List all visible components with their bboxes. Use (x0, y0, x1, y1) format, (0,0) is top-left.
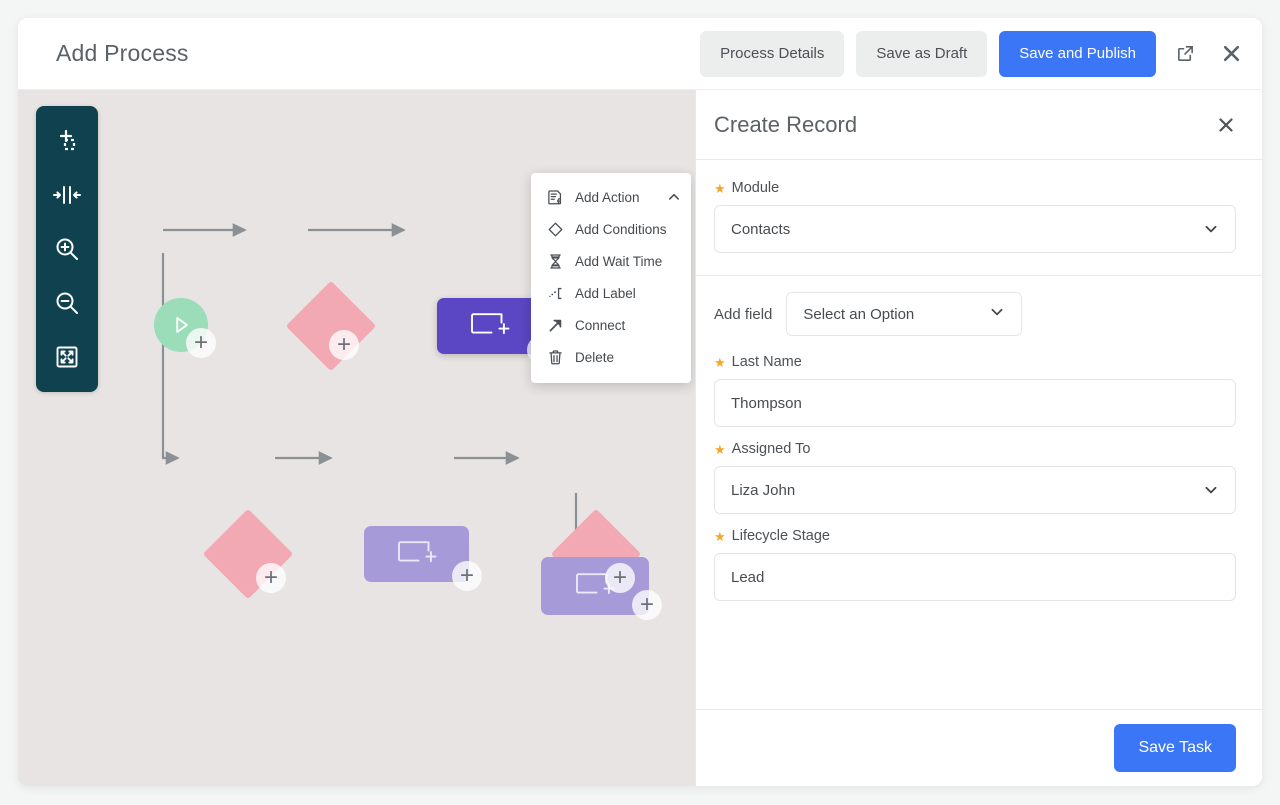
diamond-icon (543, 221, 567, 238)
assigned-to-label-text: Assigned To (731, 441, 811, 457)
context-menu-item-add-action[interactable]: Add Action (531, 181, 691, 213)
node-condition-1[interactable] (285, 280, 377, 372)
panel-footer: Save Task (696, 709, 1262, 786)
node-context-menu: Add Action Add Conditions Add Wait Time … (531, 173, 691, 383)
arrow-up-right-icon (543, 317, 567, 334)
required-star-icon: ★ (714, 528, 726, 544)
chevron-up-icon[interactable] (667, 190, 681, 204)
panel-content: ★ Module Contacts Add field Select an Op… (696, 160, 1262, 709)
lifecycle-stage-value: Lead (731, 568, 765, 586)
context-menu-label: Add Action (575, 189, 640, 205)
context-menu-label: Add Wait Time (575, 253, 663, 269)
context-menu-label: Add Label (575, 285, 636, 301)
create-record-icon (397, 541, 436, 563)
required-star-icon: ★ (714, 441, 726, 457)
save-and-publish-button[interactable]: Save and Publish (999, 30, 1156, 77)
last-name-input[interactable]: Thompson (714, 379, 1236, 427)
context-menu-label: Add Conditions (575, 221, 667, 237)
required-star-icon: ★ (714, 354, 726, 370)
add-field-row: Add field Select an Option (696, 276, 1262, 340)
field-last-name: ★ Last Name Thompson (696, 340, 1262, 427)
required-star-icon: ★ (714, 180, 726, 196)
context-menu-item-add-conditions[interactable]: Add Conditions (531, 213, 691, 245)
module-section: ★ Module Contacts (696, 160, 1262, 276)
page-title: Add Process (56, 40, 189, 66)
field-assigned-to: ★ Assigned To Liza John (696, 427, 1262, 514)
save-as-draft-button[interactable]: Save as Draft (856, 30, 988, 77)
node-action-2-add-button[interactable]: + (452, 561, 482, 591)
add-field-label: Add field (714, 305, 773, 323)
hourglass-icon (543, 253, 567, 270)
context-menu-item-add-label[interactable]: Add Label (531, 277, 691, 309)
lifecycle-stage-label-text: Lifecycle Stage (731, 528, 830, 544)
zoom-in-icon[interactable] (41, 222, 93, 276)
panel-close-icon[interactable] (1216, 115, 1236, 135)
context-menu-item-add-wait-time[interactable]: Add Wait Time (531, 245, 691, 277)
node-condition-1-add-button[interactable]: + (329, 330, 359, 360)
chevron-down-icon (989, 304, 1005, 324)
add-process-modal: Add Process Process Details Save as Draf… (18, 18, 1262, 786)
node-condition-2-add-button[interactable]: + (256, 563, 286, 593)
label-bracket-icon (543, 285, 567, 302)
modal-header: Add Process Process Details Save as Draf… (18, 18, 1262, 90)
context-menu-label: Delete (575, 349, 615, 365)
save-task-button[interactable]: Save Task (1114, 724, 1236, 772)
node-start-add-button[interactable]: + (186, 328, 216, 358)
field-lifecycle-stage: ★ Lifecycle Stage Lead (696, 514, 1262, 601)
assigned-to-select[interactable]: Liza John (714, 466, 1236, 514)
lifecycle-stage-input[interactable]: Lead (714, 553, 1236, 601)
last-name-value: Thompson (731, 394, 802, 412)
assigned-to-value: Liza John (731, 481, 796, 499)
chevron-down-icon (1203, 221, 1219, 237)
context-menu-item-delete[interactable]: Delete (531, 341, 691, 373)
assigned-to-label: ★ Assigned To (714, 441, 1236, 457)
process-details-button[interactable]: Process Details (700, 30, 845, 77)
module-value: Contacts (731, 220, 791, 238)
add-field-select[interactable]: Select an Option (786, 292, 1023, 336)
external-link-icon[interactable] (1168, 37, 1202, 71)
modal-body: + + + + + + Add Action Add Conditions Ad… (18, 90, 1262, 786)
last-name-label: ★ Last Name (714, 354, 1236, 370)
create-record-panel: Create Record ★ Module Contacts Add fiel… (695, 90, 1262, 786)
panel-title: Create Record (714, 111, 858, 137)
module-label: ★ Module (714, 180, 1236, 196)
fit-to-screen-icon[interactable] (41, 330, 93, 384)
trash-icon (543, 349, 567, 366)
module-select[interactable]: Contacts (714, 205, 1236, 253)
node-action-1[interactable] (437, 298, 542, 354)
module-label-text: Module (731, 180, 780, 196)
action-document-icon (543, 189, 567, 206)
node-action-3-add-button[interactable]: + (632, 590, 662, 620)
last-name-label-text: Last Name (731, 354, 802, 370)
canvas-toolbar (36, 106, 98, 392)
auto-align-icon[interactable] (41, 168, 93, 222)
flow-canvas[interactable]: + + + + + + Add Action Add Conditions Ad… (18, 90, 695, 786)
lifecycle-stage-label: ★ Lifecycle Stage (714, 528, 1236, 544)
add-node-icon[interactable] (41, 114, 93, 168)
add-field-value: Select an Option (803, 305, 915, 323)
context-menu-item-connect[interactable]: Connect (531, 309, 691, 341)
node-condition-3-add-button[interactable]: + (605, 563, 635, 593)
chevron-down-icon (1203, 482, 1219, 498)
context-menu-label: Connect (575, 317, 626, 333)
create-record-icon (470, 313, 509, 335)
zoom-out-icon[interactable] (41, 276, 93, 330)
close-icon[interactable] (1214, 37, 1248, 71)
panel-header: Create Record (696, 90, 1262, 160)
